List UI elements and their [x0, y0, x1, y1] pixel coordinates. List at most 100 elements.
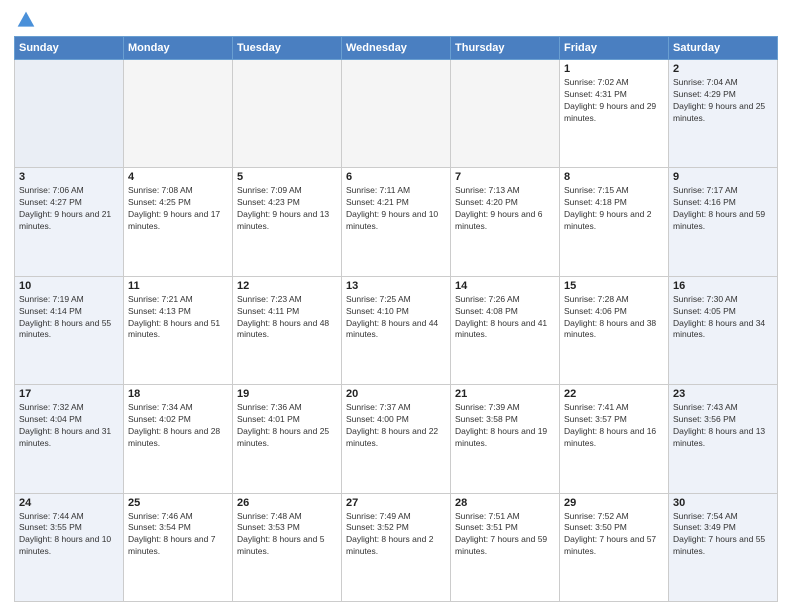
day-number: 9: [673, 171, 773, 183]
day-cell-28: 28 Sunrise: 7:51 AMSunset: 3:51 PMDayligh…: [451, 493, 560, 601]
day-info: Sunrise: 7:34 AMSunset: 4:02 PMDaylight:…: [128, 402, 228, 450]
day-number: 23: [673, 388, 773, 400]
empty-cell: [124, 60, 233, 168]
day-number: 20: [346, 388, 446, 400]
day-cell-12: 12 Sunrise: 7:23 AMSunset: 4:11 PMDayligh…: [233, 276, 342, 384]
day-cell-16: 16Sunrise: 7:30 AMSunset: 4:05 PMDayligh…: [669, 276, 778, 384]
day-number: 8: [564, 171, 664, 183]
day-number: 24: [19, 497, 119, 509]
day-number: 6: [346, 171, 446, 183]
day-info: Sunrise: 7:44 AMSunset: 3:55 PMDaylight:…: [19, 511, 119, 559]
day-cell-2: 2 Sunrise: 7:04 AMSunset: 4:29 PMDaylight…: [669, 60, 778, 168]
day-number: 27: [346, 497, 446, 509]
day-cell-11: 11 Sunrise: 7:21 AMSunset: 4:13 PMDayligh…: [124, 276, 233, 384]
day-cell-17: 17 Sunrise: 7:32 AMSunset: 4:04 PMDayligh…: [15, 385, 124, 493]
empty-cell: [15, 60, 124, 168]
day-info: Sunrise: 7:48 AMSunset: 3:53 PMDaylight:…: [237, 511, 337, 559]
day-info: Sunrise: 7:23 AMSunset: 4:11 PMDaylight:…: [237, 294, 337, 342]
day-info: Sunrise: 7:51 AMSunset: 3:51 PMDaylight:…: [455, 511, 555, 559]
day-info: Sunrise: 7:32 AMSunset: 4:04 PMDaylight:…: [19, 402, 119, 450]
day-cell-21: 21 Sunrise: 7:39 AMSunset: 3:58 PMDayligh…: [451, 385, 560, 493]
week-row-3: 10 Sunrise: 7:19 AMSunset: 4:14 PMDayligh…: [15, 276, 778, 384]
day-cell-24: 24 Sunrise: 7:44 AMSunset: 3:55 PMDayligh…: [15, 493, 124, 601]
day-info: Sunrise: 7:21 AMSunset: 4:13 PMDaylight:…: [128, 294, 228, 342]
page: SundayMondayTuesdayWednesdayThursdayFrid…: [0, 0, 792, 612]
day-info: Sunrise: 7:04 AMSunset: 4:29 PMDaylight:…: [673, 77, 773, 125]
col-header-tuesday: Tuesday: [233, 37, 342, 60]
day-cell-22: 22 Sunrise: 7:41 AMSunset: 3:57 PMDayligh…: [560, 385, 669, 493]
day-info: Sunrise: 7:19 AMSunset: 4:14 PMDaylight:…: [19, 294, 119, 342]
day-info: Sunrise: 7:43 AMSunset: 3:56 PMDaylight:…: [673, 402, 773, 450]
day-cell-20: 20Sunrise: 7:37 AMSunset: 4:00 PMDayligh…: [342, 385, 451, 493]
day-number: 22: [564, 388, 664, 400]
day-info: Sunrise: 7:08 AMSunset: 4:25 PMDaylight:…: [128, 185, 228, 233]
day-cell-30: 30Sunrise: 7:54 AMSunset: 3:49 PMDayligh…: [669, 493, 778, 601]
day-number: 15: [564, 280, 664, 292]
empty-cell: [342, 60, 451, 168]
col-header-saturday: Saturday: [669, 37, 778, 60]
day-info: Sunrise: 7:49 AMSunset: 3:52 PMDaylight:…: [346, 511, 446, 559]
day-number: 18: [128, 388, 228, 400]
col-header-wednesday: Wednesday: [342, 37, 451, 60]
day-number: 1: [564, 63, 664, 75]
day-cell-27: 27 Sunrise: 7:49 AMSunset: 3:52 PMDayligh…: [342, 493, 451, 601]
day-number: 5: [237, 171, 337, 183]
empty-cell: [233, 60, 342, 168]
day-info: Sunrise: 7:09 AMSunset: 4:23 PMDaylight:…: [237, 185, 337, 233]
day-info: Sunrise: 7:39 AMSunset: 3:58 PMDaylight:…: [455, 402, 555, 450]
week-row-1: 1 Sunrise: 7:02 AMSunset: 4:31 PMDaylight…: [15, 60, 778, 168]
day-info: Sunrise: 7:25 AMSunset: 4:10 PMDaylight:…: [346, 294, 446, 342]
day-cell-15: 15 Sunrise: 7:28 AMSunset: 4:06 PMDayligh…: [560, 276, 669, 384]
col-header-monday: Monday: [124, 37, 233, 60]
header-row: SundayMondayTuesdayWednesdayThursdayFrid…: [15, 37, 778, 60]
week-row-2: 3Sunrise: 7:06 AMSunset: 4:27 PMDaylight…: [15, 168, 778, 276]
day-number: 21: [455, 388, 555, 400]
day-info: Sunrise: 7:54 AMSunset: 3:49 PMDaylight:…: [673, 511, 773, 559]
day-cell-19: 19Sunrise: 7:36 AMSunset: 4:01 PMDayligh…: [233, 385, 342, 493]
day-number: 10: [19, 280, 119, 292]
day-number: 4: [128, 171, 228, 183]
logo-text: [14, 10, 36, 30]
day-cell-29: 29Sunrise: 7:52 AMSunset: 3:50 PMDayligh…: [560, 493, 669, 601]
day-info: Sunrise: 7:52 AMSunset: 3:50 PMDaylight:…: [564, 511, 664, 559]
day-number: 25: [128, 497, 228, 509]
day-cell-5: 5 Sunrise: 7:09 AMSunset: 4:23 PMDaylight…: [233, 168, 342, 276]
day-number: 12: [237, 280, 337, 292]
day-number: 7: [455, 171, 555, 183]
day-number: 13: [346, 280, 446, 292]
day-info: Sunrise: 7:26 AMSunset: 4:08 PMDaylight:…: [455, 294, 555, 342]
day-cell-8: 8Sunrise: 7:15 AMSunset: 4:18 PMDaylight…: [560, 168, 669, 276]
day-number: 26: [237, 497, 337, 509]
empty-cell: [451, 60, 560, 168]
calendar-table: SundayMondayTuesdayWednesdayThursdayFrid…: [14, 36, 778, 602]
day-info: Sunrise: 7:02 AMSunset: 4:31 PMDaylight:…: [564, 77, 664, 125]
logo: [14, 10, 36, 30]
day-number: 28: [455, 497, 555, 509]
day-cell-23: 23 Sunrise: 7:43 AMSunset: 3:56 PMDayligh…: [669, 385, 778, 493]
col-header-thursday: Thursday: [451, 37, 560, 60]
col-header-friday: Friday: [560, 37, 669, 60]
day-cell-4: 4 Sunrise: 7:08 AMSunset: 4:25 PMDaylight…: [124, 168, 233, 276]
day-info: Sunrise: 7:28 AMSunset: 4:06 PMDaylight:…: [564, 294, 664, 342]
day-cell-9: 9 Sunrise: 7:17 AMSunset: 4:16 PMDaylight…: [669, 168, 778, 276]
day-info: Sunrise: 7:46 AMSunset: 3:54 PMDaylight:…: [128, 511, 228, 559]
day-info: Sunrise: 7:13 AMSunset: 4:20 PMDaylight:…: [455, 185, 555, 233]
header: [14, 10, 778, 30]
day-info: Sunrise: 7:17 AMSunset: 4:16 PMDaylight:…: [673, 185, 773, 233]
day-number: 11: [128, 280, 228, 292]
day-number: 14: [455, 280, 555, 292]
day-cell-13: 13 Sunrise: 7:25 AMSunset: 4:10 PMDayligh…: [342, 276, 451, 384]
day-cell-10: 10 Sunrise: 7:19 AMSunset: 4:14 PMDayligh…: [15, 276, 124, 384]
week-row-5: 24 Sunrise: 7:44 AMSunset: 3:55 PMDayligh…: [15, 493, 778, 601]
day-number: 2: [673, 63, 773, 75]
day-info: Sunrise: 7:41 AMSunset: 3:57 PMDaylight:…: [564, 402, 664, 450]
day-cell-6: 6Sunrise: 7:11 AMSunset: 4:21 PMDaylight…: [342, 168, 451, 276]
day-number: 17: [19, 388, 119, 400]
week-row-4: 17 Sunrise: 7:32 AMSunset: 4:04 PMDayligh…: [15, 385, 778, 493]
day-number: 3: [19, 171, 119, 183]
day-cell-7: 7 Sunrise: 7:13 AMSunset: 4:20 PMDaylight…: [451, 168, 560, 276]
day-info: Sunrise: 7:36 AMSunset: 4:01 PMDaylight:…: [237, 402, 337, 450]
day-cell-14: 14 Sunrise: 7:26 AMSunset: 4:08 PMDayligh…: [451, 276, 560, 384]
logo-icon: [16, 10, 36, 30]
day-cell-3: 3Sunrise: 7:06 AMSunset: 4:27 PMDaylight…: [15, 168, 124, 276]
